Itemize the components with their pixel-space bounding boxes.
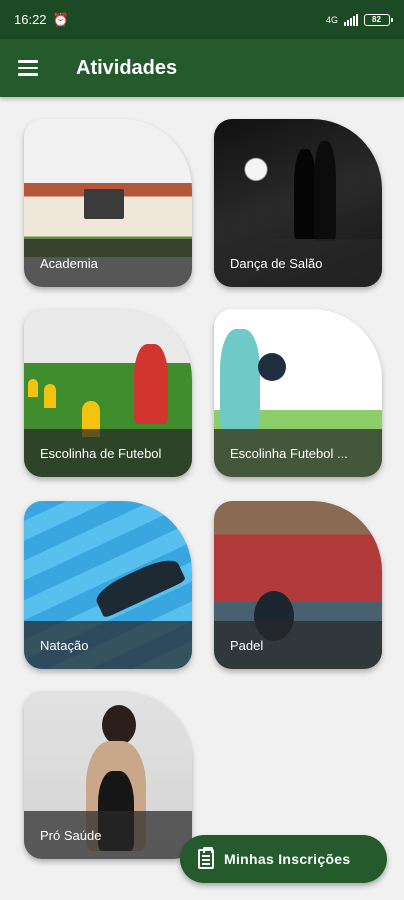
activity-label: Academia xyxy=(24,239,192,287)
clipboard-icon xyxy=(198,847,214,869)
activity-label: Natação xyxy=(24,621,192,669)
minhas-inscricoes-button[interactable]: Minhas Inscrições xyxy=(180,835,387,883)
status-bar: 16:22 ⏰ 4G 82 xyxy=(0,0,404,39)
activity-card-danca-de-salao[interactable]: Dança de Salão xyxy=(214,119,382,287)
activity-label: Padel xyxy=(214,621,382,669)
activity-label: Escolinha Futebol ... xyxy=(214,429,382,477)
page-title: Atividades xyxy=(76,56,178,79)
fab-label: Minhas Inscrições xyxy=(224,851,351,867)
signal-icon xyxy=(344,13,358,26)
activity-card-padel[interactable]: Padel xyxy=(214,501,382,669)
app-bar: Atividades xyxy=(0,39,404,97)
activity-card-academia[interactable]: Academia xyxy=(24,119,192,287)
activities-grid: Academia Dança de Salão Escolinha de Fut… xyxy=(0,97,404,900)
battery-icon: 82 xyxy=(364,13,393,26)
activity-card-pro-saude[interactable]: Pró Saúde xyxy=(24,691,192,859)
activity-label: Escolinha de Futebol xyxy=(24,429,192,477)
alarm-icon: ⏰ xyxy=(52,11,69,27)
activity-card-natacao[interactable]: Natação xyxy=(24,501,192,669)
network-type: 4G xyxy=(325,14,338,25)
activity-label: Dança de Salão xyxy=(214,239,382,287)
status-left: 16:22 ⏰ xyxy=(14,12,69,28)
menu-icon[interactable] xyxy=(18,56,42,80)
battery-level: 82 xyxy=(372,15,381,24)
status-time: 16:22 xyxy=(14,12,47,27)
status-right: 4G 82 xyxy=(325,13,393,26)
activity-label: Pró Saúde xyxy=(24,811,192,859)
activity-card-escolinha-futebol-feminino[interactable]: Escolinha Futebol ... xyxy=(214,309,382,477)
activity-card-escolinha-de-futebol[interactable]: Escolinha de Futebol xyxy=(24,309,192,477)
